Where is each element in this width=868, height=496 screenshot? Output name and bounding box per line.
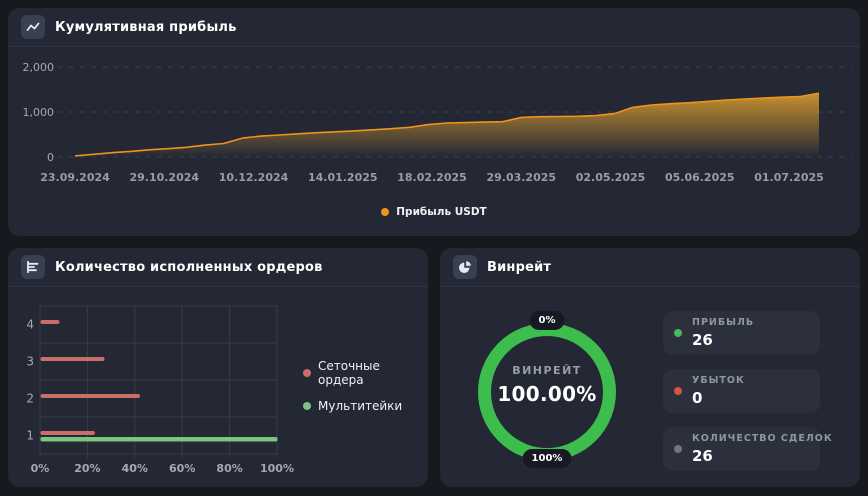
svg-text:3: 3 <box>26 355 34 369</box>
winrate-body: ВИНРЕЙТ 100.00% 0% 100% ПРИБЫЛЬ 26 УБЫТО… <box>440 287 860 487</box>
loss-dot <box>674 387 682 395</box>
stat-label: КОЛИЧЕСТВО СДЕЛОК <box>692 433 833 444</box>
horizontal-bars-icon <box>21 255 45 279</box>
svg-text:0%: 0% <box>31 462 50 475</box>
total-trades-dot <box>674 445 682 453</box>
winrate-min-badge: 0% <box>529 311 565 330</box>
svg-text:40%: 40% <box>122 462 148 475</box>
legend-label: Мультитейки <box>318 399 403 413</box>
winrate-center-label: ВИНРЕЙТ <box>512 364 582 377</box>
winrate-stats: ПРИБЫЛЬ 26 УБЫТОК 0 КОЛИЧЕСТВО СДЕЛОК 26 <box>663 311 833 471</box>
stat-label: УБЫТОК <box>692 375 745 386</box>
stat-value: 26 <box>692 447 713 465</box>
cumulative-chart-legend: Прибыль USDT <box>8 206 860 218</box>
winrate-header: Винрейт <box>440 248 860 287</box>
cumulative-profit-panel: Кумулятивная прибыль 0 1,000 2,000 23.09.2… <box>8 8 860 236</box>
svg-text:60%: 60% <box>169 462 195 475</box>
x-axis-date-labels: 23.09.2024 29.10.2024 10.12.2024 14.01.2025… <box>8 171 860 187</box>
winrate-donut[interactable]: ВИНРЕЙТ 100.00% 0% 100% <box>467 292 627 492</box>
x-axis-tick: 10.12.2024 <box>218 171 289 184</box>
panel-title: Винрейт <box>487 259 552 275</box>
stat-label: ПРИБЫЛЬ <box>692 317 755 328</box>
stat-text: ПРИБЫЛЬ 26 <box>692 317 754 349</box>
svg-text:20%: 20% <box>74 462 100 475</box>
legend-label: Сеточные ордера <box>318 359 380 387</box>
svg-text:2: 2 <box>26 392 34 406</box>
svg-text:100%: 100% <box>260 462 294 475</box>
winrate-panel: Винрейт ВИНРЕЙТ 100.00% 0% 100% ПРИБЫЛЬ <box>440 248 860 487</box>
cumulative-profit-chart[interactable]: 0 1,000 2,000 <box>8 47 860 169</box>
legend-item-profit-usdt[interactable]: Прибыль USDT <box>381 206 487 218</box>
legend-label: Прибыль USDT <box>396 206 487 218</box>
profit-dot <box>674 329 682 337</box>
winrate-center: ВИНРЕЙТ 100.00% <box>467 364 627 406</box>
stat-value: 0 <box>692 389 703 407</box>
cumulative-chart-body: 0 1,000 2,000 23.09.2024 29.10.2024 10.12.20… <box>8 47 860 236</box>
legend-item-grid-orders[interactable]: Сеточные ордера <box>303 359 428 387</box>
panel-title: Количество исполненных ордеров <box>55 259 323 275</box>
legend-dot-orange <box>381 208 390 216</box>
orders-chart-body: 0% 20% 40% 60% 80% 100% 4 3 2 1 Сеточные ордера М… <box>8 287 428 487</box>
cumulative-profit-header: Кумулятивная прибыль <box>8 8 860 47</box>
svg-text:2,000: 2,000 <box>23 61 55 74</box>
svg-text:80%: 80% <box>216 462 242 475</box>
svg-text:1,000: 1,000 <box>23 106 55 119</box>
pie-chart-icon <box>453 255 477 279</box>
stat-value: 26 <box>692 331 713 349</box>
stat-text: КОЛИЧЕСТВО СДЕЛОК 26 <box>692 433 833 465</box>
trend-line-icon <box>21 15 45 39</box>
panel-title: Кумулятивная прибыль <box>55 19 237 35</box>
x-axis-tick: 05.06.2025 <box>664 171 735 184</box>
x-axis-tick: 29.10.2024 <box>129 171 200 184</box>
x-axis-tick: 23.09.2024 <box>40 171 110 184</box>
legend-dot-green <box>303 402 311 410</box>
stat-text: УБЫТОК 0 <box>692 375 745 407</box>
x-axis-tick: 18.02.2025 <box>397 171 467 184</box>
orders-chart-legend: Сеточные ордера Мультитейки <box>303 359 428 413</box>
x-axis-tick: 01.07.2025 <box>754 171 824 184</box>
stat-card-profit: ПРИБЫЛЬ 26 <box>663 311 820 355</box>
legend-dot-salmon <box>303 369 311 377</box>
svg-text:0: 0 <box>47 151 54 164</box>
executed-orders-panel: Количество исполненных ордеров 0% 20% 40% 6… <box>8 248 428 487</box>
winrate-center-value: 100.00% <box>497 382 597 406</box>
stat-card-total-trades: КОЛИЧЕСТВО СДЕЛОК 26 <box>663 427 833 471</box>
legend-item-multitakes[interactable]: Мультитейки <box>303 399 428 413</box>
x-axis-tick: 02.05.2025 <box>575 171 646 184</box>
executed-orders-header: Количество исполненных ордеров <box>8 248 428 287</box>
svg-text:4: 4 <box>26 318 34 332</box>
x-axis-tick: 14.01.2025 <box>307 171 378 184</box>
svg-text:1: 1 <box>26 429 34 443</box>
winrate-max-badge: 100% <box>522 449 572 468</box>
stat-card-loss: УБЫТОК 0 <box>663 369 820 413</box>
x-axis-tick: 29.03.2025 <box>486 171 557 184</box>
